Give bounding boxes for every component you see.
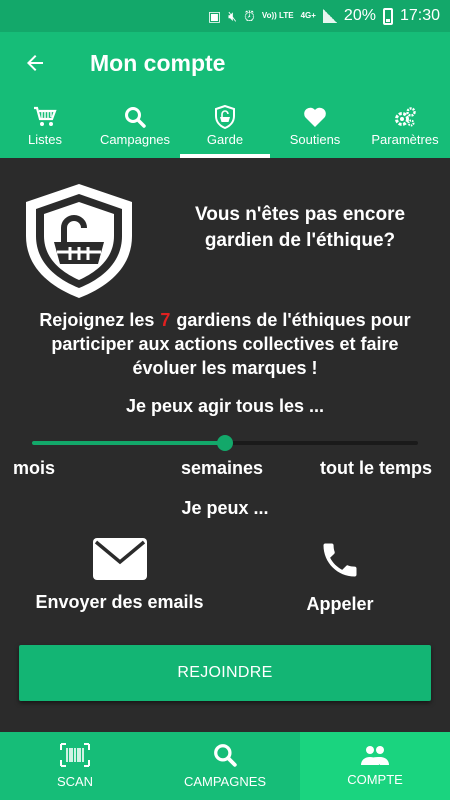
barcode-icon bbox=[60, 743, 90, 767]
nav-compte[interactable]: COMPTE bbox=[300, 732, 450, 800]
headline-line: Vous n'êtes pas encore bbox=[194, 204, 406, 225]
battery-icon bbox=[382, 7, 393, 25]
tab-parametres[interactable]: Paramètres bbox=[360, 94, 450, 158]
envelope-icon bbox=[92, 538, 147, 580]
nav-scan[interactable]: SCAN bbox=[0, 732, 150, 800]
shield-basket-icon bbox=[26, 184, 132, 298]
alarm-icon: ⏰︎ bbox=[243, 8, 255, 24]
action-label: Envoyer des emails bbox=[35, 592, 204, 612]
status-bar: ▣ 🔇︎ ⏰︎ Vo)) LTE 4G+ 20% 17:30 bbox=[0, 0, 450, 32]
tab-label: Campagnes bbox=[99, 131, 171, 147]
phone-icon bbox=[323, 543, 357, 577]
join-prefix: Rejoignez les bbox=[39, 310, 155, 330]
arrow-left-icon bbox=[27, 55, 43, 71]
shield-basket-icon bbox=[213, 104, 237, 129]
heart-icon bbox=[303, 106, 327, 128]
clock: 17:30 bbox=[399, 7, 440, 24]
users-icon bbox=[361, 746, 389, 765]
headline-line: gardien de l'éthique? bbox=[204, 230, 396, 251]
join-description: Rejoignez les 7 gardiens de l'éthiques pou… bbox=[20, 308, 430, 380]
tab-listes[interactable]: Listes bbox=[0, 94, 90, 158]
search-icon bbox=[123, 106, 147, 128]
send-emails-action[interactable]: Envoyer des emails bbox=[32, 538, 207, 613]
tab-bar: Listes Campagnes Garde Soutiens Paramètr… bbox=[0, 94, 450, 158]
call-action[interactable]: Appeler bbox=[280, 538, 400, 615]
frequency-title: Je peux agir tous les ... bbox=[125, 396, 325, 416]
tab-label: Garde bbox=[206, 131, 244, 147]
frequency-option-semaines[interactable]: semaines bbox=[181, 458, 263, 479]
app-bar: Mon compte bbox=[0, 32, 450, 94]
actions-title: Je peux ... bbox=[181, 498, 269, 518]
main-content: Vous n'êtes pas encore gardien de l'éthi… bbox=[0, 158, 450, 732]
frequency-option-tout-le-temps[interactable]: tout le temps bbox=[320, 458, 432, 479]
nav-label: SCAN bbox=[56, 774, 94, 789]
headline: Vous n'êtes pas encore gardien de l'éthi… bbox=[150, 202, 450, 254]
tab-label: Paramètres bbox=[371, 131, 439, 147]
search-icon bbox=[214, 744, 237, 767]
tab-garde[interactable]: Garde bbox=[180, 94, 270, 158]
data-type-indicator: 4G+ bbox=[300, 11, 316, 20]
tab-label: Soutiens bbox=[289, 131, 341, 147]
back-button[interactable] bbox=[0, 32, 70, 94]
slider-track-fill bbox=[32, 441, 225, 445]
shopping-cart-icon bbox=[33, 106, 57, 128]
nav-label: COMPTE bbox=[347, 772, 403, 787]
nav-label: CAMPAGNES bbox=[183, 774, 267, 789]
notification-icon: ▣ bbox=[207, 8, 222, 24]
frequency-option-mois[interactable]: mois bbox=[13, 458, 55, 479]
action-label: Appeler bbox=[306, 594, 374, 614]
frequency-slider[interactable] bbox=[32, 435, 418, 451]
gears-icon bbox=[393, 106, 417, 128]
mute-icon: 🔇︎ bbox=[228, 8, 237, 24]
tab-soutiens[interactable]: Soutiens bbox=[270, 94, 360, 158]
join-button[interactable]: REJOINDRE bbox=[19, 645, 431, 701]
signal-icon bbox=[322, 9, 337, 23]
guardian-count: 7 bbox=[160, 310, 171, 330]
page-title: Mon compte bbox=[90, 49, 226, 76]
bottom-navigation: SCAN CAMPAGNES COMPTE bbox=[0, 732, 450, 800]
battery-percent: 20% bbox=[343, 7, 376, 24]
slider-thumb[interactable] bbox=[217, 435, 233, 451]
network-indicator: Vo)) LTE bbox=[261, 11, 294, 20]
nav-campagnes[interactable]: CAMPAGNES bbox=[150, 732, 300, 800]
tab-label: Listes bbox=[28, 131, 62, 147]
tab-campagnes[interactable]: Campagnes bbox=[90, 94, 180, 158]
